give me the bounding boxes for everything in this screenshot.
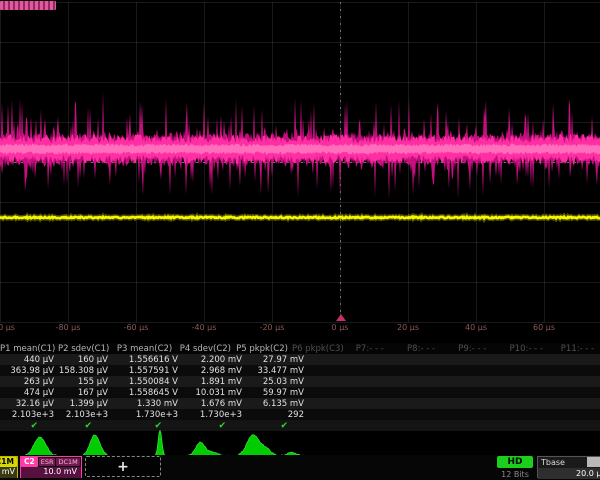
measurement-header[interactable]: P2 sdev(C1): [58, 344, 112, 354]
measurement-value: 27.97 mV: [246, 355, 308, 365]
trace-label-badge[interactable]: [0, 1, 56, 10]
measurement-value: 474 µV: [0, 388, 58, 398]
measurement-value: 1.730e+3: [112, 410, 182, 420]
measurement-value: 1.550084 V: [112, 377, 182, 387]
status-check-icon: ✔: [0, 421, 58, 431]
x-axis-tick-label: 20 µs: [397, 323, 419, 332]
status-check-icon: ✔: [246, 421, 308, 431]
tbase-indicator: [587, 457, 600, 467]
measurement-value: 292: [246, 410, 308, 420]
measurement-value: 1.556616 V: [112, 355, 182, 365]
measurement-value: 363.98 µV: [0, 366, 58, 376]
trigger-position-icon[interactable]: [336, 314, 346, 321]
measurement-value: 59.97 mV: [246, 388, 308, 398]
x-axis-tick-label: 60 µs: [533, 323, 555, 332]
c1-coupling-badge: DC1M: [0, 457, 17, 467]
histicon-trace[interactable]: [2, 430, 316, 456]
measurement-header-inactive[interactable]: P11:- - -: [549, 344, 600, 354]
status-check-icon: ✔: [182, 421, 246, 431]
timebase-descriptor[interactable]: Tbase 20.0 µs: [537, 456, 600, 478]
status-check-icon: ✔: [58, 421, 112, 431]
measurement-header-row: P1 mean(C1)P2 sdev(C1)P3 mean(C2)P4 sdev…: [0, 343, 600, 354]
x-axis-tick-label: -40 µs: [192, 323, 217, 332]
measurement-header[interactable]: P3 mean(C2): [112, 344, 176, 354]
measurement-row: 440 µV160 µV1.556616 V2.200 mV27.97 mV: [0, 354, 600, 365]
histicon-strip: [0, 430, 600, 458]
measurement-row: 363.98 µV158.308 µV1.557591 V2.968 mV33.…: [0, 365, 600, 376]
bottom-bar: DC1M 0 mV C2 ESR DC1M 10.0 mV + HD 12 Bi…: [0, 455, 600, 480]
x-axis-tick-label: 40 µs: [465, 323, 487, 332]
measurement-header[interactable]: P1 mean(C1): [0, 344, 58, 354]
x-axis-tick-label: -100 µs: [0, 323, 15, 332]
measurement-value: 10.031 mV: [182, 388, 246, 398]
c1-trace[interactable]: [0, 217, 600, 219]
tbase-value: 20.0 µs: [576, 469, 600, 478]
measurement-value: 1.558645 V: [112, 388, 182, 398]
measurement-value: 2.103e+3: [0, 410, 58, 420]
x-axis-tick-label: -60 µs: [124, 323, 149, 332]
measurement-header-inactive[interactable]: P6 pkpk(C3): [292, 344, 344, 354]
measurement-row: 263 µV155 µV1.550084 V1.891 mV25.03 mV: [0, 376, 600, 387]
measurement-value: 160 µV: [58, 355, 112, 365]
measurement-table: P1 mean(C1)P2 sdev(C1)P3 mean(C2)P4 sdev…: [0, 343, 600, 431]
channel-descriptor-c1[interactable]: DC1M 0 mV: [0, 456, 18, 478]
x-axis-tick-label: 0 µs: [332, 323, 349, 332]
plus-icon: +: [117, 459, 129, 475]
measurement-value: 263 µV: [0, 377, 58, 387]
c2-coupling-badge: DC1M: [56, 458, 79, 467]
measurement-value: 158.308 µV: [58, 366, 112, 376]
measurement-header[interactable]: P5 pkpk(C2): [235, 344, 292, 354]
measurement-value: 33.477 mV: [246, 366, 308, 376]
tbase-label: Tbase: [541, 458, 565, 467]
measurement-header-inactive[interactable]: P10:- - -: [498, 344, 549, 354]
measurement-value: 6.135 mV: [246, 399, 308, 409]
measurement-value: 1.557591 V: [112, 366, 182, 376]
channel-descriptor-c2[interactable]: C2 ESR DC1M 10.0 mV: [20, 456, 82, 478]
measurement-row: 32.16 µV1.399 µV1.330 mV1.676 mV6.135 mV: [0, 398, 600, 409]
hd-bits-label: 12 Bits: [492, 470, 538, 479]
measurement-value: 2.200 mV: [182, 355, 246, 365]
oscilloscope-screen: -100 µs -80 µs -60 µs -40 µs -20 µs 0 µs 20 µs…: [0, 0, 600, 480]
measurement-value: 1.330 mV: [112, 399, 182, 409]
measurement-value: 1.399 µV: [58, 399, 112, 409]
waveform-layer: [0, 0, 600, 322]
measurement-header-inactive[interactable]: P8:- - -: [395, 344, 446, 354]
measurement-value: 25.03 mV: [246, 377, 308, 387]
waveform-grid: -100 µs -80 µs -60 µs -40 µs -20 µs 0 µs 20 µs…: [0, 0, 600, 338]
measurement-value: 155 µV: [58, 377, 112, 387]
add-trace-button[interactable]: +: [85, 456, 161, 477]
measurement-value: 2.968 mV: [182, 366, 246, 376]
measurement-header[interactable]: P4 sdev(C2): [176, 344, 235, 354]
measurement-value: 1.676 mV: [182, 399, 246, 409]
measurement-value: 440 µV: [0, 355, 58, 365]
c1-volts-per-div: 0 mV: [0, 467, 17, 478]
hd-mode-badge: HD: [497, 456, 533, 468]
c2-esr-badge: ESR: [39, 458, 56, 467]
measurement-value: 32.16 µV: [0, 399, 58, 409]
x-axis-tick-label: -20 µs: [260, 323, 285, 332]
measurement-row: 474 µV167 µV1.558645 V10.031 mV59.97 mV: [0, 387, 600, 398]
x-axis-tick-label: -80 µs: [56, 323, 81, 332]
measurement-row: 2.103e+32.103e+31.730e+31.730e+3292: [0, 409, 600, 420]
measurement-value: 1.891 mV: [182, 377, 246, 387]
measurement-value: 1.730e+3: [182, 410, 246, 420]
status-check-icon: ✔: [112, 421, 182, 431]
c2-channel-badge: C2: [21, 457, 38, 467]
c2-volts-per-div: 10.0 mV: [21, 467, 81, 478]
measurement-header-inactive[interactable]: P7:- - -: [344, 344, 395, 354]
measurement-value: 2.103e+3: [58, 410, 112, 420]
gridline: [0, 322, 600, 323]
measurement-value: 167 µV: [58, 388, 112, 398]
measurement-header-inactive[interactable]: P9:- - -: [446, 344, 497, 354]
